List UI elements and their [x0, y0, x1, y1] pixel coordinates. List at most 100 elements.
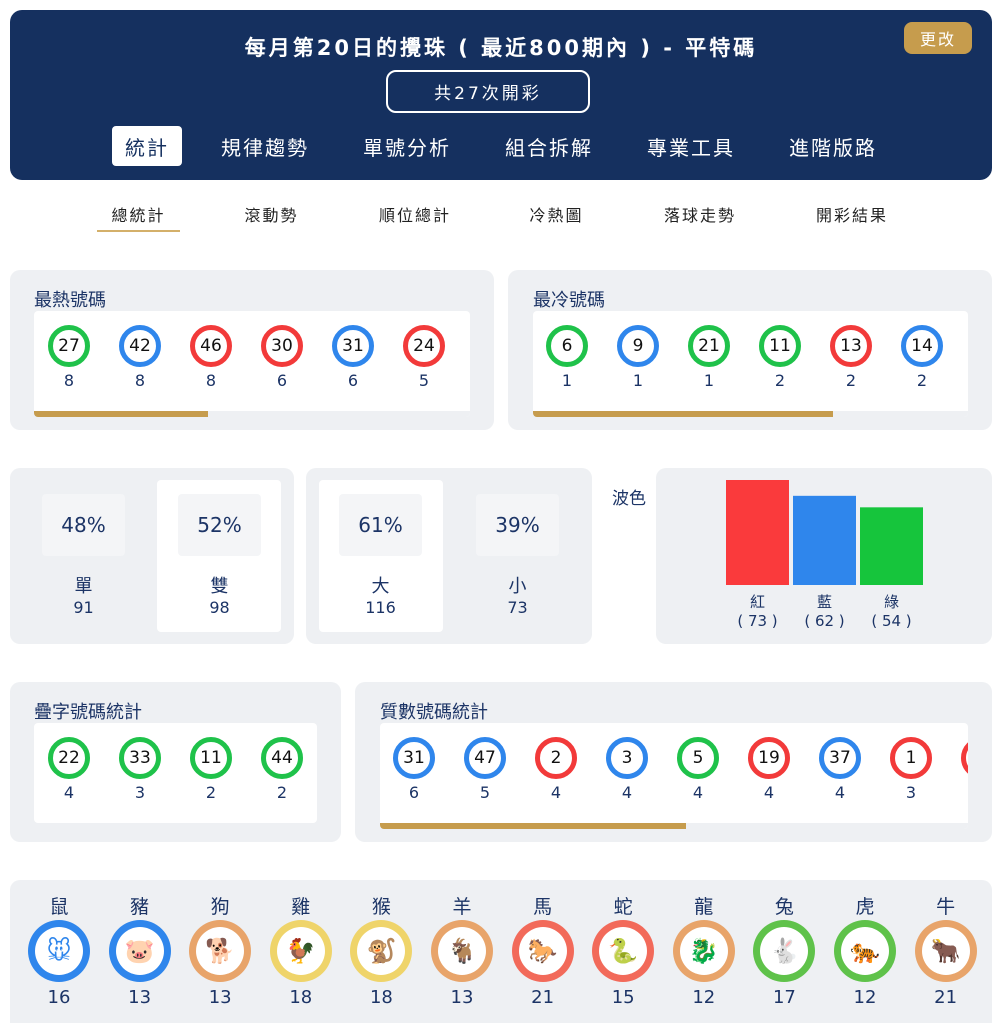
tab-pro-tools[interactable]: 專業工具	[636, 126, 746, 166]
number-ball: 47	[464, 737, 506, 779]
repeat-ball-item[interactable]: 44 2	[257, 737, 307, 802]
ball-count: 6	[276, 371, 288, 390]
ball-count: 1	[632, 371, 644, 390]
prime-ball-item[interactable]	[957, 737, 968, 783]
number-ball: 31	[332, 325, 374, 367]
cold-scrollbar[interactable]	[533, 411, 968, 417]
big-label: 大	[371, 576, 390, 597]
repeat-ball-item[interactable]: 22 4	[44, 737, 94, 802]
prime-scroll-thumb[interactable]	[380, 823, 686, 829]
repeat-numbers-panel: 疊字號碼統計 22 4 33 3 11 2 44 2	[10, 682, 341, 842]
ball-count: 3	[905, 783, 917, 802]
change-button[interactable]: 更改	[904, 22, 972, 54]
ball-count: 4	[692, 783, 704, 802]
zodiac-item[interactable]: 牛 🐂 21	[911, 892, 981, 1008]
subtab-position[interactable]: 順位總計	[365, 202, 465, 225]
header-bar: 每月第20日的攪珠 ( 最近800期內 ) - 平特碼 更改 共27次開彩 統計…	[10, 10, 992, 180]
hot-ball-item[interactable]: 31 6	[328, 325, 378, 390]
subtab-active-underline	[97, 230, 180, 232]
wave-category: 綠	[883, 593, 899, 611]
cold-ball-item[interactable]: 13 2	[826, 325, 876, 390]
prime-ball-item[interactable]: 19 4	[744, 737, 794, 802]
zodiac-name: 羊	[452, 896, 472, 918]
zodiac-count: 17	[772, 987, 796, 1008]
hot-scrollbar[interactable]	[34, 411, 470, 417]
ball-count: 4	[621, 783, 633, 802]
zodiac-item[interactable]: 雞 🐓 18	[266, 892, 336, 1008]
zodiac-count: 13	[208, 987, 232, 1008]
ball-count: 5	[418, 371, 430, 390]
wave-value: ( 73 )	[737, 612, 778, 630]
ball-count: 4	[63, 783, 75, 802]
hot-scroll-thumb[interactable]	[34, 411, 209, 417]
ball-count: 2	[205, 783, 217, 802]
hot-ball-item[interactable]: 46 8	[186, 325, 236, 390]
number-ball: 37	[819, 737, 861, 779]
subtab-heatmap[interactable]: 冷熱圖	[515, 202, 598, 225]
repeat-ball-item[interactable]: 33 3	[115, 737, 165, 802]
cold-ball-item[interactable]: 61	[542, 325, 592, 390]
cold-scroll-thumb[interactable]	[533, 411, 834, 417]
snake-icon: 🐍	[592, 920, 655, 982]
zodiac-item[interactable]: 猴 🐒 18	[346, 892, 416, 1008]
monkey-icon: 🐒	[350, 920, 413, 982]
hot-ball-item[interactable]: 27 8	[44, 325, 94, 390]
zodiac-name: 狗	[210, 896, 230, 918]
number-ball: 44	[261, 737, 303, 779]
number-ball: 42	[119, 325, 161, 367]
prime-ball-item[interactable]: 54	[673, 737, 723, 802]
ball-count: 1	[561, 371, 573, 390]
cold-ball-item[interactable]: 91	[613, 325, 663, 390]
prime-ball-item[interactable]: 47 5	[460, 737, 510, 802]
tab-single-analysis[interactable]: 單號分析	[352, 126, 462, 166]
repeat-ball-item[interactable]: 11 2	[186, 737, 236, 802]
hot-ball-item[interactable]: 42 8	[115, 325, 165, 390]
number-ball: 6	[546, 325, 588, 367]
zodiac-item[interactable]: 狗 🐕 13	[185, 892, 255, 1008]
zodiac-item[interactable]: 鼠 🐭 16	[24, 892, 94, 1008]
cold-numbers-list: 6 1 9 1 21 1 11 2 13 2 14 2	[533, 311, 968, 417]
tab-combination[interactable]: 組合拆解	[494, 126, 604, 166]
zodiac-name: 鼠	[49, 896, 69, 918]
ball-count: 2	[774, 371, 786, 390]
prime-scrollbar[interactable]	[380, 823, 968, 829]
subtab-rolling[interactable]: 滾動勢	[230, 202, 313, 225]
zodiac-item[interactable]: 龍 🐉 12	[669, 892, 739, 1008]
zodiac-item[interactable]: 虎 🐅 12	[830, 892, 900, 1008]
small-percent: 39%	[476, 494, 559, 556]
zodiac-item[interactable]: 豬 🐷 13	[105, 892, 175, 1008]
hot-ball-item[interactable]: 30 6	[257, 325, 307, 390]
tab-statistics[interactable]: 統計	[112, 126, 182, 166]
subtab-ball-trend[interactable]: 落球走勢	[650, 202, 750, 225]
cold-ball-item[interactable]: 14 2	[897, 325, 947, 390]
number-ball: 1	[890, 737, 932, 779]
hot-numbers-list: 27 8 42 8 46 8 30 6 31 6 24 5	[34, 311, 470, 417]
zodiac-item[interactable]: 馬 🐎 21	[508, 892, 578, 1008]
cold-ball-item[interactable]: 11 2	[755, 325, 805, 390]
hot-ball-item[interactable]: 24 5	[399, 325, 449, 390]
tab-advanced-roads[interactable]: 進階版路	[778, 126, 888, 166]
prime-ball-item[interactable]: 13	[886, 737, 936, 802]
prime-ball-item[interactable]: 24	[531, 737, 581, 802]
subtab-total[interactable]: 總統計	[97, 202, 180, 225]
cold-ball-item[interactable]: 21 1	[684, 325, 734, 390]
ball-count: 4	[763, 783, 775, 802]
zodiac-item[interactable]: 蛇 🐍 15	[588, 892, 658, 1008]
prime-numbers-title: 質數號碼統計	[380, 702, 488, 723]
subtab-results[interactable]: 開彩結果	[802, 202, 902, 225]
pig-icon: 🐷	[108, 920, 171, 982]
zodiac-item[interactable]: 羊 🐐 13	[427, 892, 497, 1008]
even-percent: 52%	[178, 494, 261, 556]
prime-ball-item[interactable]: 34	[602, 737, 652, 802]
zodiac-count: 12	[692, 987, 716, 1008]
tab-pattern-trend[interactable]: 規律趨勢	[210, 126, 320, 166]
dog-icon: 🐕	[189, 920, 252, 982]
ball-count: 1	[703, 371, 715, 390]
prime-ball-item[interactable]: 37 4	[815, 737, 865, 802]
odd-label: 單	[74, 576, 93, 597]
ball-count: 2	[276, 783, 288, 802]
odd-percent: 48%	[42, 494, 125, 556]
zodiac-item[interactable]: 兔 🐇 17	[749, 892, 819, 1008]
number-ball: 24	[403, 325, 445, 367]
prime-ball-item[interactable]: 31 6	[389, 737, 439, 802]
